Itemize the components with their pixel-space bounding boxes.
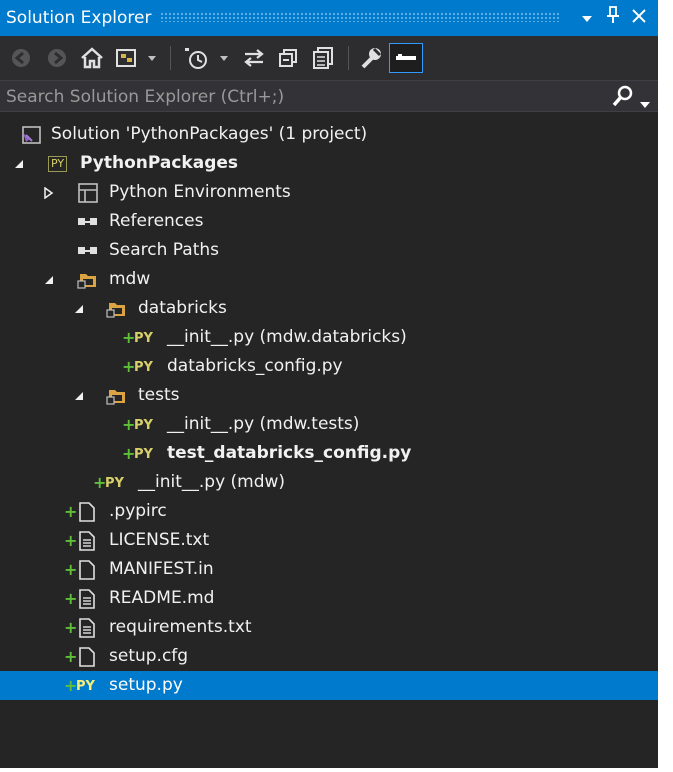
tree-item-setup-cfg[interactable]: + setup.cfg [0,642,658,671]
package-folder-icon [106,386,128,406]
pending-changes-filter-icon[interactable] [182,44,232,72]
solution-icon [20,125,42,145]
search-options-dropdown-icon[interactable] [640,93,650,112]
tree-item-label: __init__.py (mdw.tests) [167,414,360,434]
tree-item-label: setup.py [109,675,183,695]
added-file-icon: + [122,357,136,376]
tree-item-databricks-config[interactable]: + PY databricks_config.py [0,352,658,381]
python-file-icon: PY [134,417,153,433]
tree-item-manifest[interactable]: + MANIFEST.in [0,555,658,584]
text-file-icon [79,531,95,551]
tree-item-label: setup.cfg [109,646,189,666]
tree-item-databricks-init[interactable]: + PY __init__.py (mdw.databricks) [0,323,658,352]
tree-item-tests[interactable]: tests [0,381,658,410]
expanded-arrow-icon[interactable] [12,149,26,178]
added-file-icon: + [122,415,136,434]
tree-item-label: tests [138,385,180,405]
tree-item-label: MANIFEST.in [109,559,214,579]
tree-item-label: test_databricks_config.py [167,443,412,463]
tree-item-project[interactable]: PY PythonPackages [0,149,658,178]
python-file-icon: PY [134,330,153,346]
tree-item-label: __init__.py (mdw.databricks) [167,327,407,347]
text-file-icon [79,589,95,609]
tree-item-label: mdw [109,269,151,289]
tree-item-label: Search Paths [109,240,220,260]
expanded-arrow-icon[interactable] [72,294,86,323]
environments-icon [78,183,98,203]
tree-item-label: requirements.txt [109,617,252,637]
python-project-icon: PY [48,154,68,174]
expanded-arrow-icon[interactable] [72,381,86,410]
solution-explorer-panel: Solution Explorer Search Solution Explor… [0,0,658,768]
tree-item-label: Solution 'PythonPackages' (1 project) [51,124,368,144]
close-icon[interactable] [628,6,650,30]
package-folder-icon [106,299,128,319]
search-box [0,80,658,113]
blank-file-icon [79,502,95,522]
tree-item-databricks[interactable]: databricks [0,294,658,323]
panel-title: Solution Explorer [6,8,152,28]
search-icon[interactable] [612,85,634,111]
added-file-icon: + [64,531,78,550]
title-bar: Solution Explorer [0,0,658,36]
window-position-dropdown-icon[interactable] [576,6,598,30]
tree-item-solution[interactable]: Solution 'PythonPackages' (1 project) [0,120,658,149]
references-icon [77,212,99,232]
added-file-icon: + [93,473,107,492]
blank-file-icon [79,647,95,667]
tree-item-search-paths[interactable]: Search Paths [0,236,658,265]
tree-item-mdw[interactable]: mdw [0,265,658,294]
added-file-icon: + [64,647,78,666]
added-file-icon: + [64,560,78,579]
switch-views-icon[interactable] [114,44,160,72]
added-file-icon: + [64,502,78,521]
added-file-icon: + [64,589,78,608]
preview-icon[interactable] [389,43,423,73]
tree-item-pypirc[interactable]: + .pypirc [0,497,658,526]
home-icon[interactable] [78,44,106,72]
added-file-icon: + [64,676,78,695]
tree-item-label: Python Environments [109,182,291,202]
show-all-files-icon[interactable] [308,44,338,72]
search-input[interactable] [0,81,608,113]
tree-item-label: __init__.py (mdw) [138,472,286,492]
collapse-all-icon[interactable] [274,44,302,72]
tree-item-label: .pypirc [109,501,167,521]
search-paths-icon [77,241,99,261]
python-file-icon: PY [134,359,153,375]
drag-grip[interactable] [160,12,560,22]
added-file-icon: + [122,328,136,347]
added-file-icon: + [64,618,78,637]
python-file-icon: PY [76,678,95,694]
tree-item-label: databricks [138,298,227,318]
blank-file-icon [79,560,95,580]
tree-item-test-databricks-config[interactable]: + PY test_databricks_config.py [0,439,658,468]
text-file-icon [79,618,95,638]
python-file-icon: PY [134,446,153,462]
tree-item-label: References [109,211,204,231]
tree-item-references[interactable]: References [0,207,658,236]
sync-icon[interactable] [240,44,268,72]
tree-item-requirements[interactable]: + requirements.txt [0,613,658,642]
expanded-arrow-icon[interactable] [42,265,56,294]
collapsed-arrow-icon[interactable] [42,178,56,207]
tree-item-license[interactable]: + LICENSE.txt [0,526,658,555]
properties-icon[interactable] [356,44,386,72]
tree-item-label: PythonPackages [80,153,239,173]
forward-icon[interactable] [44,44,70,72]
tree-item-mdw-init[interactable]: + PY __init__.py (mdw) [0,468,658,497]
toolbar [0,36,658,80]
tree-item-label: databricks_config.py [167,356,343,376]
tree-item-label: LICENSE.txt [109,530,210,550]
pushpin-icon[interactable] [602,6,624,30]
tree-item-label: README.md [109,588,215,608]
added-file-icon: + [122,444,136,463]
tree-item-readme[interactable]: + README.md [0,584,658,613]
python-file-icon: PY [105,475,124,491]
tree-item-python-environments[interactable]: Python Environments [0,178,658,207]
tree-item-tests-init[interactable]: + PY __init__.py (mdw.tests) [0,410,658,439]
tree-item-setup-py[interactable]: + PY setup.py [0,671,658,700]
package-folder-icon [77,270,99,290]
back-icon[interactable] [8,44,34,72]
